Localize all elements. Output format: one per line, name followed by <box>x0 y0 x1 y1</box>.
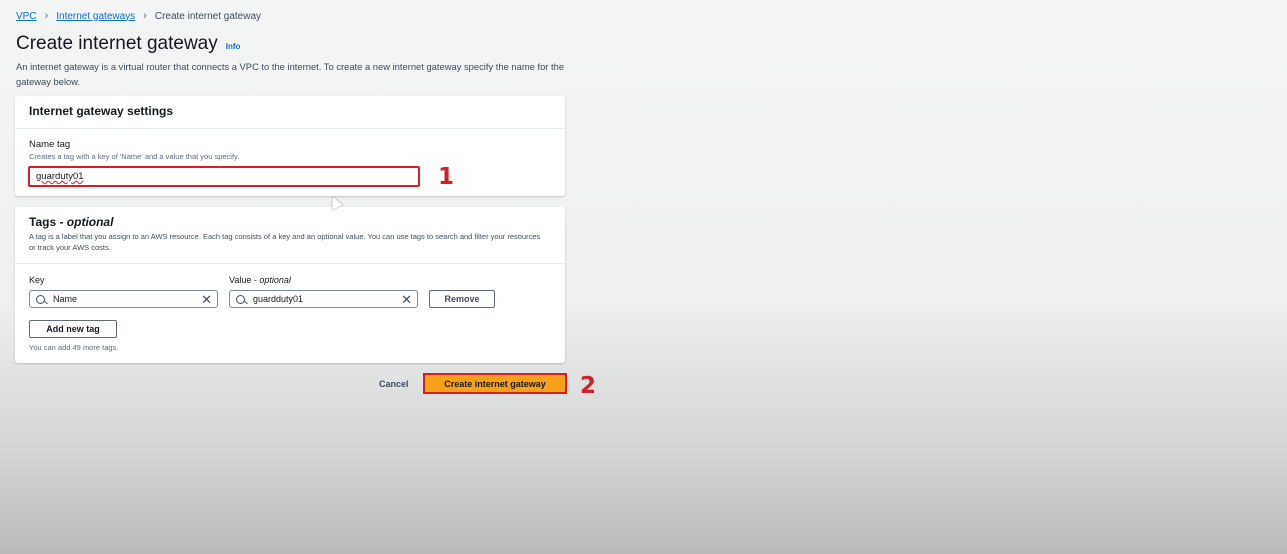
search-icon <box>36 294 45 304</box>
name-tag-value: guarduty01 <box>36 171 84 182</box>
tags-description: A tag is a label that you assign to an A… <box>29 232 541 252</box>
breadcrumb-internet-gateways[interactable]: Internet gateways <box>56 11 135 22</box>
gateway-settings-panel: Internet gateway settings Name tag Creat… <box>15 96 565 196</box>
tags-panel: Tags - optional A tag is a label that yo… <box>15 207 565 363</box>
name-tag-label: Name tag <box>29 139 71 150</box>
tags-panel-header: Tags - optional A tag is a label that yo… <box>15 207 565 264</box>
page-header: Create internet gateway Info <box>16 33 240 55</box>
tag-limit-hint: You can add 49 more tags. <box>29 343 119 352</box>
chevron-right-icon: › <box>143 10 147 22</box>
panel-header: Internet gateway settings <box>15 96 565 129</box>
page-description: An internet gateway is a virtual router … <box>16 61 565 87</box>
search-icon <box>236 294 245 304</box>
key-label: Key <box>29 275 45 285</box>
annotation-marker-2: 2 <box>580 373 597 399</box>
chevron-right-icon: › <box>44 10 49 22</box>
create-internet-gateway-button[interactable]: Create internet gateway <box>423 373 567 394</box>
tag-key-input[interactable]: Name ✕ <box>29 290 218 308</box>
annotation-marker-1: 1 <box>438 164 455 190</box>
breadcrumb: VPC › Internet gateways › Create interne… <box>16 10 261 22</box>
value-label: Value - optional <box>229 275 291 285</box>
tags-title: Tags - optional <box>29 215 114 229</box>
cancel-button[interactable]: Cancel <box>379 379 409 389</box>
add-new-tag-button[interactable]: Add new tag <box>29 320 117 338</box>
name-tag-input[interactable]: guarduty01 <box>28 166 420 187</box>
remove-tag-button[interactable]: Remove <box>429 290 495 308</box>
clear-icon[interactable]: ✕ <box>401 292 412 308</box>
panel-title: Internet gateway settings <box>29 104 174 118</box>
info-link[interactable]: Info <box>226 42 241 51</box>
clear-icon[interactable]: ✕ <box>201 292 212 308</box>
breadcrumb-current: Create internet gateway <box>154 10 262 22</box>
page-title: Create internet gateway <box>16 33 218 54</box>
breadcrumb-vpc[interactable]: VPC <box>16 11 37 22</box>
tag-value-value: guardduty01 <box>253 294 304 304</box>
tag-value-input[interactable]: guardduty01 ✕ <box>229 290 418 308</box>
tag-key-value: Name <box>53 294 78 304</box>
name-tag-hint: Creates a tag with a key of 'Name' and a… <box>29 152 240 161</box>
